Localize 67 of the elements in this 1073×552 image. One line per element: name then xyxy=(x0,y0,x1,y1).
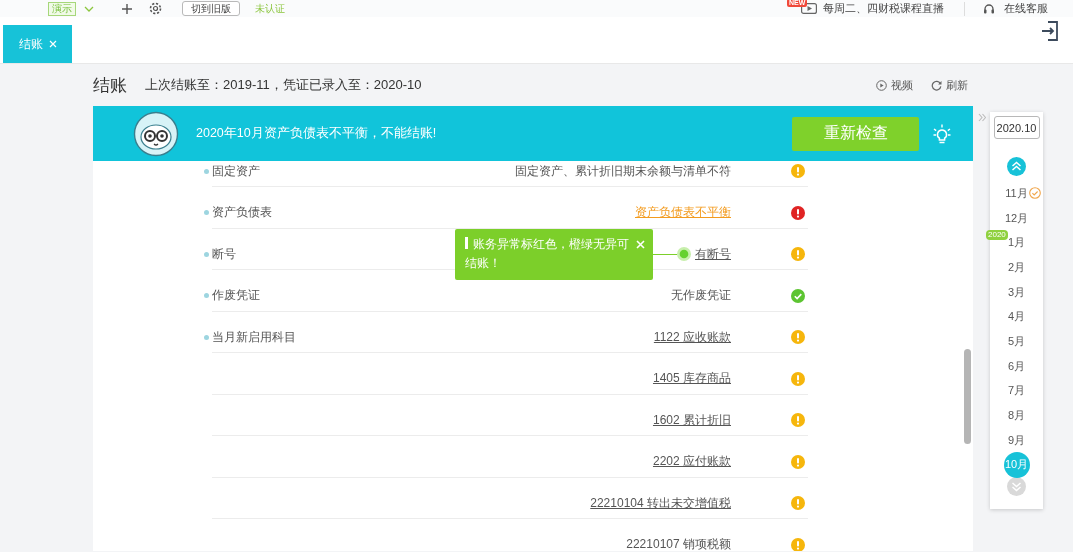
anchor-dot-icon xyxy=(677,247,691,261)
result-text: 22210107 销项税额 xyxy=(626,536,731,551)
month-item[interactable]: 7月 xyxy=(1007,380,1026,401)
scrollbar-thumb[interactable] xyxy=(964,349,971,444)
check-item-label: 断号 xyxy=(212,245,236,263)
month-item[interactable]: 6月 xyxy=(1007,356,1026,377)
exit-icon[interactable] xyxy=(1040,20,1060,42)
check-item-label: 固定资产 xyxy=(212,162,260,180)
video-icon[interactable] xyxy=(801,3,817,14)
warning-icon xyxy=(791,330,805,345)
lightbulb-icon[interactable] xyxy=(933,123,951,144)
error-icon xyxy=(791,205,805,220)
close-icon[interactable] xyxy=(636,240,645,249)
warning-icon xyxy=(791,164,805,179)
period-field[interactable]: 2020.10 xyxy=(993,116,1040,139)
support-link[interactable]: 在线客服 xyxy=(1004,1,1048,16)
bullet-dot-icon xyxy=(204,210,209,216)
period-summary: 上次结账至：2019-11，凭证已录入至：2020-10 xyxy=(145,76,422,94)
alert-message: 2020年10月资产负债表不平衡，不能结账! xyxy=(196,125,437,142)
page-title: 结账 xyxy=(93,74,127,97)
month-item[interactable]: 2月 xyxy=(1007,257,1026,278)
month-item[interactable]: 8月 xyxy=(1007,405,1026,426)
month-item[interactable]: 1月 xyxy=(1007,232,1026,253)
warning-icon xyxy=(791,454,805,469)
chevron-up-icon[interactable] xyxy=(1007,157,1026,176)
double-chevron-icon[interactable] xyxy=(978,113,986,122)
warning-icon xyxy=(791,247,805,262)
switch-version-button[interactable]: 切到旧版 xyxy=(182,1,240,16)
bullet-dot-icon xyxy=(204,334,209,340)
check-item-label: 当月新启用科目 xyxy=(212,328,296,346)
result-link[interactable]: 1122 应收账款 xyxy=(653,328,731,346)
month-item[interactable]: 9月 xyxy=(1007,430,1026,451)
result-link[interactable]: 22210104 转出未交增值税 xyxy=(590,494,731,512)
refresh-icon xyxy=(931,79,942,91)
result-text: 固定资产、累计折旧期末余额与清单不符 xyxy=(515,162,731,180)
bullet-dot-icon xyxy=(204,293,209,299)
live-course-link[interactable]: 每周二、四财税课程直播 xyxy=(823,1,944,16)
bullet-dot-icon xyxy=(204,251,209,257)
refresh-button[interactable]: 刷新 xyxy=(931,77,968,93)
play-circle-icon xyxy=(876,79,887,91)
result-text: 无作废凭证 xyxy=(671,287,731,305)
month-item[interactable]: 3月 xyxy=(1007,282,1026,303)
result-link[interactable]: 有断号 xyxy=(695,245,731,263)
settings-icon[interactable] xyxy=(149,2,162,15)
result-link[interactable]: 1602 累计折旧 xyxy=(652,411,731,429)
warning-icon xyxy=(791,496,805,511)
mascot-icon xyxy=(133,110,179,157)
result-link[interactable]: 1405 库存商品 xyxy=(652,370,731,388)
close-icon[interactable] xyxy=(48,40,57,48)
bullet-dot-icon xyxy=(204,168,209,174)
result-link[interactable]: 2202 应付账款 xyxy=(652,453,731,471)
verify-status: 未认证 xyxy=(255,1,285,16)
caret-down-icon[interactable] xyxy=(84,5,94,12)
year-badge: 2020 xyxy=(986,230,1008,241)
check-item-label: 作废凭证 xyxy=(212,287,260,305)
video-button[interactable]: 视频 xyxy=(876,77,913,93)
tooltip-text: 账务异常标红色，橙绿无异可结账！ xyxy=(465,236,630,272)
month-item[interactable]: 12月 xyxy=(1004,208,1029,229)
month-item[interactable]: 4月 xyxy=(1007,306,1026,327)
add-icon[interactable] xyxy=(122,3,132,14)
warning-icon xyxy=(791,371,805,386)
check-circle-icon xyxy=(791,288,805,303)
check-item-label: 资产负债表 xyxy=(212,204,272,222)
month-item[interactable]: 5月 xyxy=(1007,331,1026,352)
month-item[interactable]: 11月 xyxy=(1005,183,1028,204)
headset-icon[interactable] xyxy=(983,2,995,15)
warning-icon xyxy=(791,413,805,428)
